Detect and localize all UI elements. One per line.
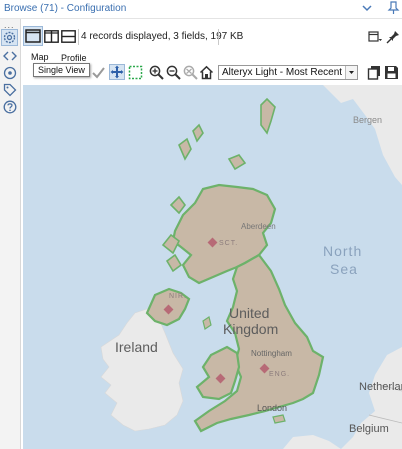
check-icon[interactable] <box>91 65 106 80</box>
region-isle-of-man <box>202 316 212 330</box>
window-options-icon[interactable] <box>368 30 382 44</box>
region-shetland <box>260 97 276 135</box>
pan-icon <box>110 65 124 79</box>
dropdown-arrow-icon <box>345 66 357 79</box>
region-orkney <box>227 154 247 171</box>
zoom-out-icon[interactable] <box>166 65 181 80</box>
region-hebrides <box>178 123 204 161</box>
region-isle-of-wight <box>272 414 286 424</box>
left-sidebar: ... <box>0 19 21 449</box>
xml-view-button[interactable] <box>3 49 17 63</box>
pin-icon[interactable] <box>386 1 400 15</box>
zoom-in-icon[interactable] <box>149 65 164 80</box>
basemap-select-value: Alteryx Light - Most Recent Vintage <box>222 67 344 78</box>
basemap-select[interactable]: Alteryx Light - Most Recent Vintage <box>218 65 358 80</box>
norway-landmass <box>323 85 402 185</box>
split-vertical-icon <box>44 30 59 43</box>
chevron-down-icon[interactable] <box>361 2 373 14</box>
label-belgium: Belgium <box>349 423 389 435</box>
lasso-select-icon[interactable] <box>128 65 143 80</box>
annotation-icon <box>3 66 17 80</box>
title-bar: Browse (71) - Configuration <box>0 0 402 19</box>
toolbar-separator <box>78 29 79 45</box>
single-view-button[interactable] <box>23 26 43 46</box>
label-bergen: Bergen <box>353 115 383 125</box>
label-ireland: Ireland <box>115 339 158 355</box>
label-north: North <box>323 243 363 259</box>
code-icon <box>3 51 17 61</box>
label-netherlands: Netherlan <box>359 381 402 393</box>
copy-icon[interactable] <box>367 65 382 80</box>
save-icon[interactable] <box>384 65 399 80</box>
label-united: United <box>229 305 270 321</box>
annotation-button[interactable] <box>3 66 17 80</box>
france-landmass <box>283 435 341 449</box>
label-nottingham: Nottingham <box>251 349 292 358</box>
label-sea: Sea <box>330 261 358 277</box>
home-icon[interactable] <box>199 65 214 80</box>
region-wales <box>195 345 241 401</box>
tooltip: Single View <box>33 63 90 77</box>
single-view-icon <box>25 29 41 43</box>
label-eng: ENG. <box>269 371 291 378</box>
window-title: Browse (71) - Configuration <box>4 3 127 14</box>
help-icon <box>3 100 17 114</box>
pan-button[interactable] <box>109 64 125 80</box>
zoom-to-selection-icon[interactable] <box>183 65 198 80</box>
map-view[interactable]: Bergen Aberdeen SCT. North Sea NIR. Unit… <box>23 85 402 449</box>
split-vertical-button[interactable] <box>44 30 59 43</box>
split-horizontal-icon <box>61 30 76 43</box>
configuration-button[interactable] <box>1 29 18 46</box>
ireland-landmass <box>100 306 184 432</box>
help-button[interactable] <box>3 100 17 114</box>
label-sct: SCT. <box>219 240 239 247</box>
label-kingdom: Kingdom <box>223 321 279 337</box>
label-nir: NIR. <box>169 293 187 300</box>
tag-button[interactable] <box>3 83 17 97</box>
pin-icon[interactable] <box>386 30 400 44</box>
gear-icon <box>3 31 16 44</box>
split-horizontal-button[interactable] <box>61 30 76 43</box>
toolbar-separator <box>218 29 219 45</box>
results-toolbar: 4 records displayed, 3 fields, 197 KB <box>21 26 402 50</box>
tag-icon <box>3 83 17 97</box>
label-london: London <box>257 403 288 413</box>
label-aberdeen: Aberdeen <box>241 222 276 231</box>
tab-map[interactable]: Map <box>31 52 49 62</box>
